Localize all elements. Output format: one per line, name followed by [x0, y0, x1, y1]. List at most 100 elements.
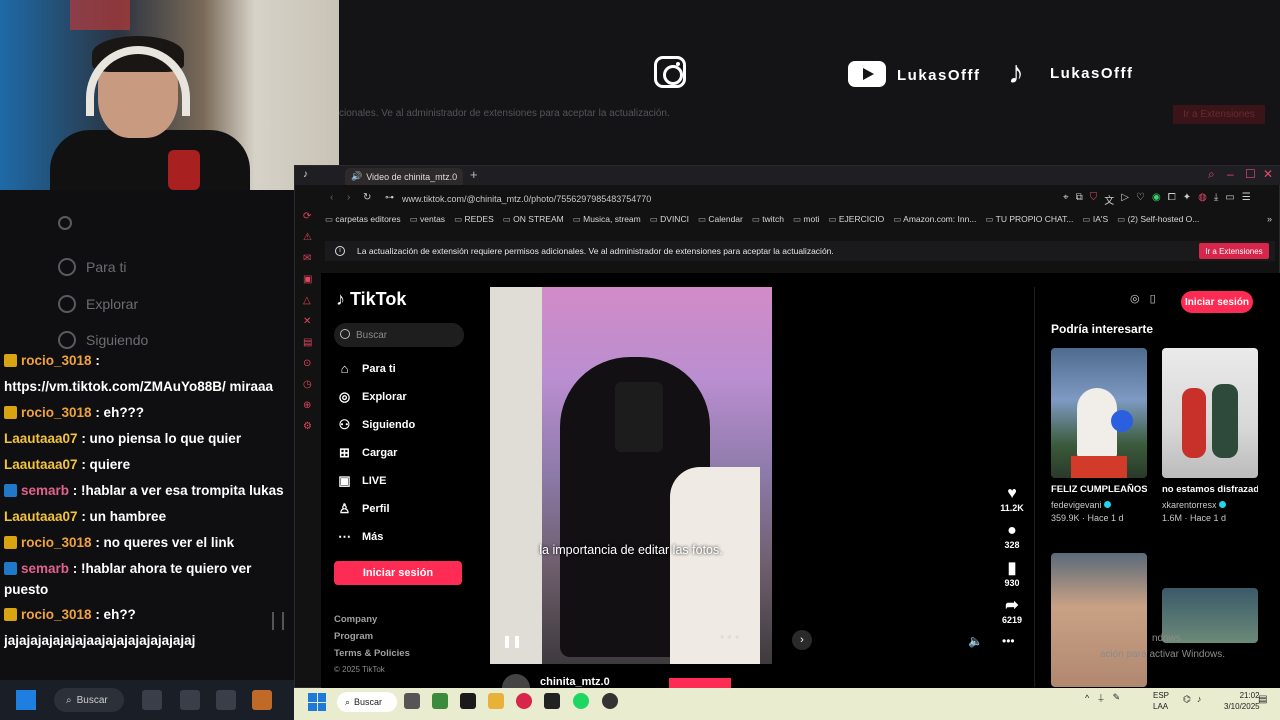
chat-username[interactable]: rocio_3018 — [21, 535, 92, 550]
bookmark-item[interactable]: REDES — [454, 214, 493, 228]
bookmark-item[interactable]: (2) Self-hosted O... — [1117, 214, 1200, 228]
chat-username[interactable]: Laautaaa07 — [4, 509, 78, 524]
file-explorer-icon[interactable] — [488, 693, 504, 709]
nav-item[interactable]: ⋯ Más — [337, 529, 383, 545]
sidebar-icon-9[interactable]: ◷ — [303, 379, 317, 390]
device-icon[interactable]: ▯ — [1150, 292, 1156, 305]
play-icon[interactable]: ▷ — [1121, 192, 1129, 207]
rec-card[interactable]: no estamos disfrazados... xkarentorresx … — [1162, 348, 1258, 523]
minecraft-icon[interactable] — [432, 693, 448, 709]
sidebar-icon-7[interactable]: ▤ — [303, 337, 317, 348]
footer-link-terms[interactable]: Terms & Policies — [334, 648, 410, 659]
more-options-icon[interactable]: ••• — [1002, 634, 1015, 648]
extension-icon[interactable]: ⧠ — [1168, 192, 1176, 207]
sidebar-icon-11[interactable]: ⚙ — [303, 421, 317, 432]
sidebar-icon-8[interactable]: ⊙ — [303, 358, 317, 369]
chat-pause-icon[interactable] — [272, 612, 284, 630]
minimize-button[interactable]: – — [1227, 167, 1234, 181]
obs-icon[interactable] — [602, 693, 618, 709]
sidebar-icon-5[interactable]: △ — [303, 295, 317, 306]
notification-icon[interactable]: ▤ — [1258, 694, 1267, 705]
bookmark-item[interactable]: Amazon.com: Inn... — [893, 214, 976, 228]
nav-item[interactable]: ⌂ Para ti — [337, 361, 396, 376]
volume-icon[interactable]: ♪ — [1197, 694, 1202, 705]
search-input[interactable]: Buscar — [334, 323, 464, 347]
heart-icon[interactable]: ♡ — [1136, 192, 1145, 207]
download-icon[interactable]: ⤓ — [1214, 192, 1218, 207]
chat-username[interactable]: rocio_3018 — [21, 607, 92, 622]
site-info-icon[interactable]: ⊶ — [385, 192, 394, 203]
sidebar-icon-6[interactable]: ✕ — [303, 316, 317, 327]
opera-icon[interactable] — [516, 693, 532, 709]
author-name[interactable]: chinita_mtz.0 — [540, 676, 610, 688]
translate-icon[interactable]: 文 — [1104, 192, 1114, 207]
nav-item[interactable]: ▣ LIVE — [337, 473, 386, 489]
save-button[interactable]: ▮ 930 — [1000, 560, 1024, 588]
comment-button[interactable]: ● 328 — [1000, 522, 1024, 550]
puzzle-icon[interactable]: ✦ — [1183, 192, 1191, 207]
video-player[interactable]: la importancia de editar las fotos. ❚❚ •… — [490, 287, 772, 664]
nav-item[interactable]: ⚇ Siguiendo — [337, 417, 416, 433]
windows-start-icon[interactable] — [16, 690, 36, 710]
clock[interactable]: 21:02 3/10/2025 — [1224, 690, 1260, 712]
url-bar[interactable]: www.tiktok.com/@chinita_mtz.0/photo/7556… — [402, 194, 651, 204]
wallet-icon[interactable]: ▭ — [1225, 192, 1234, 207]
chat-username[interactable]: semarb — [21, 561, 69, 576]
bookmark-item[interactable]: ventas — [410, 214, 445, 228]
spotify-icon[interactable] — [573, 693, 589, 709]
back-icon[interactable]: ‹ — [330, 192, 333, 203]
microphone-icon[interactable]: ⍊ — [1098, 692, 1103, 703]
nav-item[interactable]: ♙ Perfil — [337, 501, 390, 517]
taskbar-app-icon[interactable] — [142, 690, 162, 710]
voicemod-icon[interactable] — [544, 693, 560, 709]
new-tab-button[interactable]: + — [470, 167, 478, 182]
go-to-extensions-button[interactable]: Ir a Extensiones — [1199, 243, 1269, 259]
bookmark-item[interactable]: ON STREAM — [503, 214, 564, 228]
tiktok-logo[interactable]: ♪ TikTok — [336, 289, 406, 310]
pin-icon[interactable]: ⌖ — [1063, 192, 1069, 207]
next-photo-button[interactable]: › — [792, 630, 812, 650]
inner-taskbar-search[interactable]: ⌕ Buscar — [337, 692, 397, 712]
bookmark-item[interactable]: DVINCI — [650, 214, 689, 228]
bookmark-item[interactable]: IA'S — [1082, 214, 1108, 228]
share-button[interactable]: ➦ 6219 — [1000, 597, 1024, 625]
sidebar-icon-1[interactable]: ⟳ — [303, 211, 317, 222]
forward-icon[interactable]: › — [347, 192, 350, 203]
outer-taskbar-search[interactable]: ⌕ Buscar — [54, 688, 124, 712]
browser-tab[interactable]: 🔊 Video de chinita_mtz.0 — [345, 168, 463, 185]
bookmark-item[interactable]: TU PROPIO CHAT... — [985, 214, 1074, 228]
shield-icon[interactable]: ⛉ — [1090, 192, 1098, 207]
pause-icon[interactable]: ❚❚ — [502, 634, 522, 648]
chat-username[interactable]: Laautaaa07 — [4, 457, 78, 472]
taskbar-app-icon[interactable] — [216, 690, 236, 710]
screenshot-icon[interactable]: ⧉ — [1076, 192, 1083, 207]
search-tabs-icon[interactable]: ⌕ — [1208, 167, 1215, 182]
coin-icon[interactable]: ◎ — [1130, 292, 1140, 305]
wifi-icon[interactable]: ⌬ — [1183, 694, 1191, 705]
volume-icon[interactable]: 🔈 — [968, 634, 983, 648]
more-bookmarks-icon[interactable]: » — [1267, 214, 1272, 224]
sidebar-icon-10[interactable]: ⊕ — [303, 400, 317, 411]
sidebar-icon-2[interactable]: ⚠ — [303, 232, 317, 243]
capcut-icon[interactable] — [460, 693, 476, 709]
profile-icon[interactable]: ◍ — [1198, 192, 1207, 207]
follow-button[interactable] — [669, 678, 731, 688]
bookmark-item[interactable]: Musica, stream — [573, 214, 641, 228]
footer-link-program[interactable]: Program — [334, 631, 373, 642]
sidebar-icon-4[interactable]: ▣ — [303, 274, 317, 285]
sidebar-icon-3[interactable]: ✉ — [303, 253, 317, 264]
vpn-icon[interactable]: ◉ — [1152, 192, 1161, 207]
rec-card[interactable] — [1051, 553, 1147, 687]
bookmark-item[interactable]: Calendar — [698, 214, 743, 228]
bookmark-item[interactable]: EJERCICIO — [828, 214, 884, 228]
rec-card[interactable]: FELIZ CUMPLEAÑOS FEDE fedevigevani 359.9… — [1051, 348, 1147, 523]
pen-icon[interactable]: ✎ — [1113, 692, 1121, 703]
windows-start-icon[interactable] — [308, 693, 326, 711]
rec-login-button[interactable]: Iniciar sesión — [1181, 291, 1253, 313]
bookmark-item[interactable]: twitch — [752, 214, 784, 228]
nav-item[interactable]: ◎ Explorar — [337, 389, 407, 405]
login-button[interactable]: Iniciar sesión — [334, 561, 462, 585]
carousel-dots[interactable]: • • • — [720, 630, 739, 644]
language-indicator[interactable]: ESP LAA — [1153, 690, 1169, 712]
bookmark-item[interactable]: moti — [793, 214, 819, 228]
